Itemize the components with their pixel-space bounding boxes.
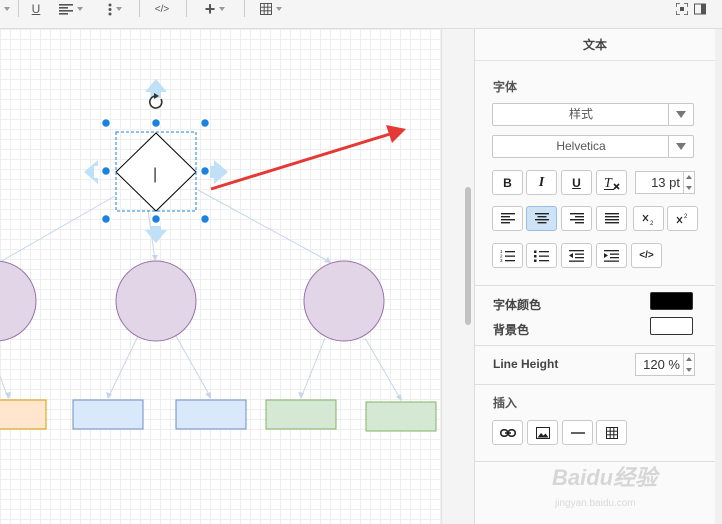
- divider: [475, 345, 715, 346]
- font-color-swatch[interactable]: [650, 292, 693, 310]
- dropdown-arrow-icon: [668, 104, 693, 125]
- svg-text:T: T: [604, 176, 613, 191]
- divider: [475, 384, 715, 385]
- subscript-icon: 2: [642, 214, 654, 225]
- font-color-label: 字体颜色: [493, 298, 542, 312]
- font-family-value: Helvetica: [556, 139, 606, 153]
- html-code-button[interactable]: </>: [631, 243, 662, 268]
- style-select[interactable]: 样式: [492, 103, 694, 126]
- insert-section-title: 插入: [493, 396, 518, 410]
- align-left-button[interactable]: [492, 206, 523, 231]
- clear-format-button[interactable]: T: [596, 170, 627, 195]
- style-select-value: 样式: [568, 107, 593, 121]
- indent-button[interactable]: [596, 243, 627, 268]
- outdent-icon: [569, 249, 584, 262]
- superscript-icon: 2: [676, 214, 688, 223]
- font-family-select[interactable]: Helvetica: [492, 135, 694, 158]
- table-icon: [605, 426, 618, 439]
- italic-button[interactable]: I: [526, 170, 557, 195]
- insert-link-button[interactable]: [492, 420, 523, 445]
- bullet-list-button[interactable]: [526, 243, 557, 268]
- panel-tab-text[interactable]: 文本: [475, 29, 715, 61]
- insert-image-button[interactable]: [527, 420, 558, 445]
- panel-scrollbar[interactable]: [715, 29, 722, 524]
- bold-button[interactable]: B: [492, 170, 523, 195]
- align-right-icon: [569, 213, 584, 224]
- line-height-input[interactable]: 120 %: [635, 353, 695, 376]
- clear-format-icon: T: [603, 176, 620, 191]
- format-panel: 文本 字体 样式 Helvetica B I U T 13 pt 2 2 1 2…: [474, 29, 722, 524]
- font-size-spinner[interactable]: [683, 172, 694, 193]
- bullet-list-icon: [534, 250, 549, 262]
- font-size-value: 13 pt: [651, 175, 680, 190]
- svg-text:2: 2: [684, 214, 688, 220]
- bg-color-swatch[interactable]: [650, 317, 693, 335]
- font-size-input[interactable]: 13 pt: [635, 171, 695, 194]
- watermark-logo: Baidu经验: [552, 465, 658, 490]
- svg-text:3: 3: [500, 258, 503, 262]
- insert-horizontal-rule-button[interactable]: [562, 420, 593, 445]
- align-justify-button[interactable]: [596, 206, 627, 231]
- dropdown-arrow-icon: [668, 136, 693, 157]
- align-right-button[interactable]: [561, 206, 592, 231]
- bg-color-label: 背景色: [493, 323, 530, 337]
- font-section-title: 字体: [493, 80, 518, 94]
- align-justify-icon: [604, 213, 619, 224]
- line-height-label: Line Height: [493, 357, 559, 371]
- horizontal-rule-icon: [570, 431, 585, 434]
- underline-button[interactable]: U: [561, 170, 592, 195]
- divider: [475, 285, 715, 286]
- outdent-button[interactable]: [561, 243, 592, 268]
- numbered-list-icon: 1 2 3: [500, 249, 515, 262]
- align-center-button[interactable]: [526, 206, 557, 231]
- annotation-arrow: [210, 132, 391, 191]
- numbered-list-button[interactable]: 1 2 3: [492, 243, 523, 268]
- subscript-button[interactable]: 2: [633, 206, 664, 231]
- indent-icon: [604, 249, 619, 262]
- watermark-url: jingyan.baidu.com: [555, 498, 636, 509]
- annotation-arrow-head-icon: [386, 125, 406, 143]
- link-icon: [499, 428, 516, 437]
- app-window: U </> + | 文本 字体 样式 Helvetica B I U T 13 …: [0, 0, 722, 524]
- line-height-value: 120 %: [643, 357, 680, 372]
- align-center-icon: [534, 213, 549, 224]
- superscript-button[interactable]: 2: [667, 206, 698, 231]
- line-height-spinner[interactable]: [683, 354, 694, 375]
- align-left-icon: [500, 213, 515, 224]
- image-icon: [535, 426, 550, 439]
- insert-table-button[interactable]: [596, 420, 627, 445]
- svg-text:2: 2: [650, 221, 654, 225]
